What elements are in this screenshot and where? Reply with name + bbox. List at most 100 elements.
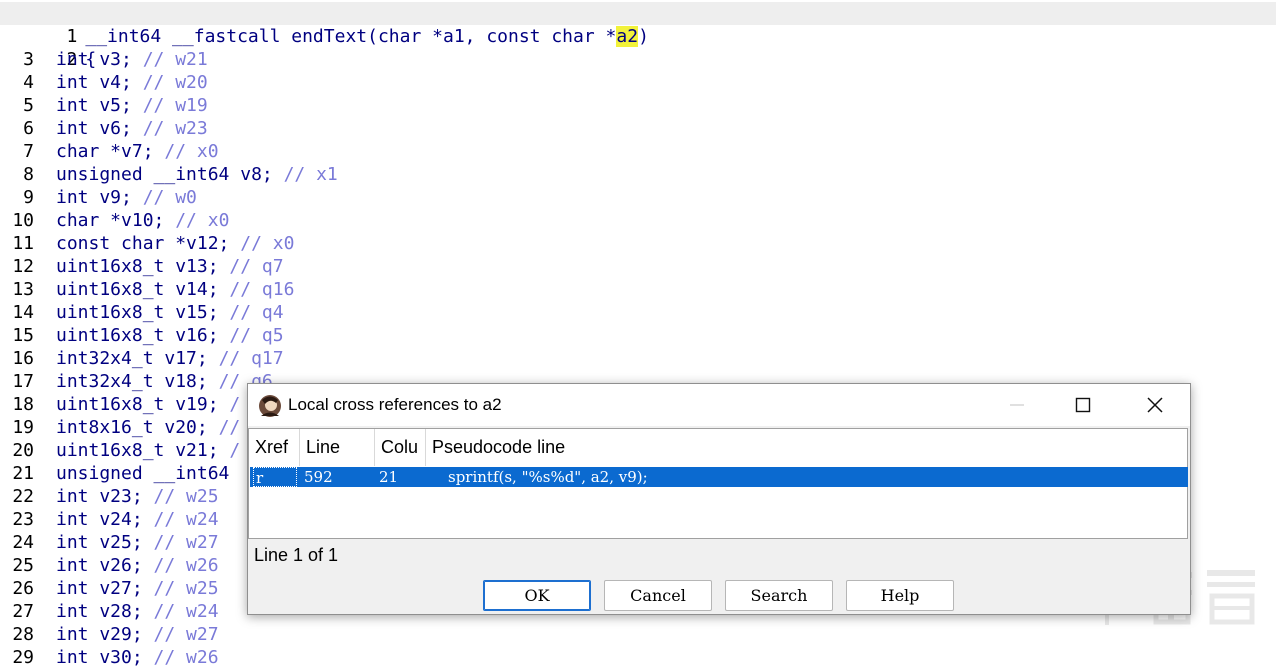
declaration: int8x16_t v20; (56, 417, 219, 438)
close-icon (1147, 397, 1163, 413)
cross-references-dialog: Local cross references to a2 Xref Line C… (247, 383, 1191, 615)
cancel-button[interactable]: Cancel (604, 580, 712, 611)
minimize-button[interactable] (994, 384, 1040, 426)
line-number: 18 (12, 394, 34, 415)
search-button[interactable]: Search (725, 580, 833, 611)
code-line[interactable]: 10 char *v10; // x0 (0, 209, 1276, 232)
register-comment: // w26 (153, 647, 219, 668)
code-line[interactable]: 5 int v5; // w19 (0, 94, 1276, 117)
line-number: 28 (12, 624, 34, 645)
line-number: 26 (12, 578, 34, 599)
declaration: uint16x8_t v16; (56, 325, 230, 346)
minimize-icon (1010, 404, 1024, 406)
code-line[interactable]: 6 int v6; // w23 (0, 117, 1276, 140)
code-line[interactable]: 29 int v30; // w26 (0, 646, 1276, 669)
declaration: unsigned __int64 v8; (56, 164, 284, 185)
code-line[interactable]: 9 int v9; // w0 (0, 186, 1276, 209)
code-line[interactable]: 3 int v3; // w21 (0, 48, 1276, 71)
line-number: 29 (12, 647, 34, 668)
line-number: 19 (12, 417, 34, 438)
declaration: uint16x8_t v15; (56, 302, 230, 323)
code-line[interactable]: 7 char *v7; // x0 (0, 140, 1276, 163)
column-header-pseudocode-line[interactable]: Pseudocode line (426, 429, 1187, 466)
register-comment: // w25 (153, 578, 219, 599)
register-comment: // w26 (153, 555, 219, 576)
declaration: int v4; (56, 72, 143, 93)
code-line[interactable]: 8 unsigned __int64 v8; // x1 (0, 163, 1276, 186)
maximize-button[interactable] (1060, 384, 1106, 426)
register-comment: // q4 (229, 302, 284, 323)
register-comment: // x0 (175, 210, 230, 231)
code-line[interactable]: 16 int32x4_t v17; // q17 (0, 347, 1276, 370)
column-header-column[interactable]: Colu (375, 429, 426, 466)
line-number: 3 (23, 49, 34, 70)
dialog-titlebar[interactable]: Local cross references to a2 (248, 384, 1190, 426)
line-number: 4 (23, 72, 34, 93)
xref-type-cell: r (253, 467, 297, 487)
line-number: 12 (12, 256, 34, 277)
line-number: 14 (12, 302, 34, 323)
line-number: 5 (23, 95, 34, 116)
line-number: 15 (12, 325, 34, 346)
register-comment: // q17 (218, 348, 284, 369)
register-comment: / (229, 440, 241, 461)
code-line[interactable]: 2{ (0, 25, 1276, 70)
declaration: int v27; (56, 578, 154, 599)
line-number: 16 (12, 348, 34, 369)
declaration: int v29; (56, 624, 154, 645)
xref-table[interactable]: Xref Line Colu Pseudocode line r 592 21 … (248, 428, 1188, 539)
declaration: int32x4_t v17; (56, 348, 219, 369)
register-comment: / (229, 394, 241, 415)
help-button[interactable]: Help (846, 580, 954, 611)
register-comment: // x0 (240, 233, 295, 254)
code-line[interactable]: 13 uint16x8_t v14; // q16 (0, 278, 1276, 301)
declaration: char *v7; (56, 141, 165, 162)
code-line[interactable]: 11 const char *v12; // x0 (0, 232, 1276, 255)
table-header: Xref Line Colu Pseudocode line (249, 429, 1187, 466)
column-cell: 21 (379, 468, 399, 486)
column-header-xref[interactable]: Xref (249, 429, 300, 466)
declaration: uint16x8_t v21; (56, 440, 230, 461)
line-number: 25 (12, 555, 34, 576)
register-comment: // w27 (153, 532, 219, 553)
line-number: 6 (23, 118, 34, 139)
register-comment: // x1 (283, 164, 338, 185)
column-header-line[interactable]: Line (300, 429, 375, 466)
line-number: 13 (12, 279, 34, 300)
declaration: int v26; (56, 555, 154, 576)
register-comment: // w23 (142, 118, 208, 139)
declaration: char *v10; (56, 210, 176, 231)
line-number: 27 (12, 601, 34, 622)
declaration: int v5; (56, 95, 143, 116)
declaration: uint16x8_t v13; (56, 256, 230, 277)
maximize-icon (1075, 397, 1091, 413)
register-comment: // q7 (229, 256, 284, 277)
register-comment: // w19 (142, 95, 208, 116)
declaration: int v30; (56, 647, 154, 668)
line-number: 22 (12, 486, 34, 507)
pseudocode-cell: sprintf(s, "%s%d", a2, v9); (448, 468, 648, 486)
register-comment: // (218, 417, 241, 438)
table-row[interactable]: r 592 21 sprintf(s, "%s%d", a2, v9); (250, 467, 1188, 487)
register-comment: // w24 (153, 509, 219, 530)
register-comment: // x0 (164, 141, 219, 162)
declaration: int v6; (56, 118, 143, 139)
code-line[interactable]: 14 uint16x8_t v15; // q4 (0, 301, 1276, 324)
code-line[interactable]: 1 __int64 __fastcall endText(char *a1, co… (0, 2, 1276, 47)
register-comment: // w21 (142, 49, 208, 70)
line-number: 20 (12, 440, 34, 461)
register-comment: // q16 (229, 279, 295, 300)
line-number: 8 (23, 164, 34, 185)
code-line[interactable]: 15 uint16x8_t v16; // q5 (0, 324, 1276, 347)
line-number: 11 (12, 233, 34, 254)
code-line[interactable]: 12 uint16x8_t v13; // q7 (0, 255, 1276, 278)
declaration: unsigned __int64 (56, 463, 230, 484)
ok-button[interactable]: OK (483, 580, 591, 611)
close-button[interactable] (1132, 384, 1178, 426)
line-number: 7 (23, 141, 34, 162)
line-number: 21 (12, 463, 34, 484)
declaration: uint16x8_t v14; (56, 279, 230, 300)
line-number: 17 (12, 371, 34, 392)
code-line[interactable]: 4 int v4; // w20 (0, 71, 1276, 94)
register-comment: // w25 (153, 486, 219, 507)
